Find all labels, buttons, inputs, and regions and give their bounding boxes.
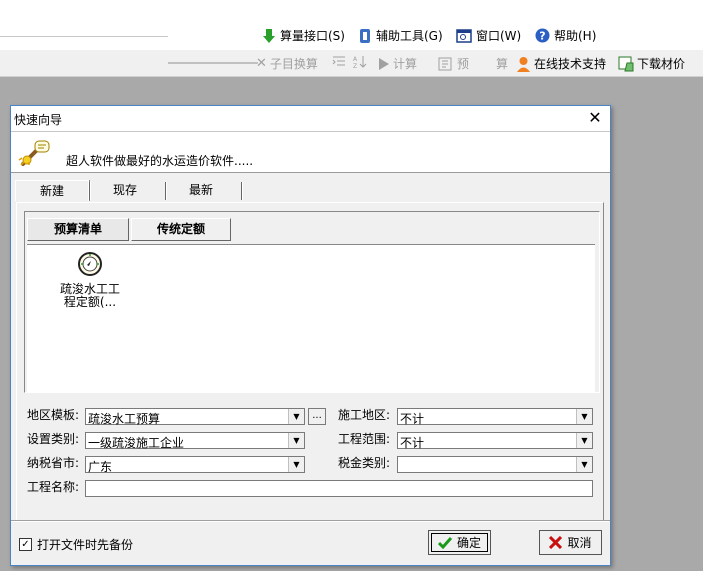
close-x-icon: ✕ xyxy=(256,56,267,71)
construction-area-value: 不计 xyxy=(400,412,425,426)
tax-type-label: 税金类别: xyxy=(338,456,391,470)
project-name-label: 工程名称: xyxy=(27,480,80,494)
chevron-down-icon[interactable]: ▼ xyxy=(576,433,592,448)
green-arrow-icon xyxy=(263,28,275,43)
menu-aux-tools[interactable]: 辅助工具(G) xyxy=(358,27,443,44)
tax-province-value: 广东 xyxy=(88,460,113,474)
list-item-label: 疏浚水工工程定额(... xyxy=(59,282,120,309)
help-icon: ? xyxy=(535,28,550,43)
tax-province-select[interactable]: 广东 ▼ xyxy=(85,456,305,474)
svg-text:A: A xyxy=(353,56,358,63)
chevron-down-icon[interactable]: ▼ xyxy=(576,409,592,424)
construction-area-select[interactable]: 不计 ▼ xyxy=(397,408,593,426)
pre-calc-button[interactable]: 预 xyxy=(438,55,469,72)
window-icon xyxy=(456,28,472,43)
tab-latest[interactable]: 最新 xyxy=(171,180,231,200)
backup-checkbox[interactable]: ✓ xyxy=(19,538,32,551)
close-icon[interactable]: ✕ xyxy=(586,109,604,127)
quick-wizard-dialog: 快速向导 ✕ 超人软件做最好的水运造价软件..... 新建 现存 最新 预算清单… xyxy=(10,105,611,566)
tools-icon xyxy=(360,28,370,43)
chevron-down-icon[interactable]: ▼ xyxy=(576,457,592,472)
cancel-label: 取消 xyxy=(567,536,592,550)
suan-label-item: 算 xyxy=(496,55,508,72)
dialog-divider xyxy=(11,520,610,521)
template-file-icon xyxy=(78,252,102,276)
project-scope-select[interactable]: 不计 ▼ xyxy=(397,432,593,450)
download-prices-label: 下载材价 xyxy=(637,57,686,71)
project-scope-value: 不计 xyxy=(400,436,425,450)
online-support-button[interactable]: 在线技术支持 xyxy=(516,55,606,72)
menu-window[interactable]: 窗口(W) xyxy=(456,27,521,44)
menu-bar: 算量接口(S) 辅助工具(G) 窗口(W) ? 帮助(H) xyxy=(0,0,703,50)
ok-button[interactable]: 确定 xyxy=(428,530,491,555)
download-prices-button[interactable]: 下载材价 xyxy=(618,55,685,72)
setting-type-label: 设置类别: xyxy=(27,432,80,446)
sub-calc-label: 子目换算 xyxy=(269,57,318,71)
menu-calc-interface[interactable]: 算量接口(S) xyxy=(262,27,345,44)
sort-az-icon[interactable]: AZ xyxy=(352,55,368,69)
sub-calc-button[interactable]: ✕ 子目换算 xyxy=(256,55,318,72)
tax-type-select[interactable]: ▼ xyxy=(397,456,593,473)
region-template-value: 疏浚水工预算 xyxy=(88,412,161,426)
svg-text:Z: Z xyxy=(353,63,357,69)
project-name-input[interactable] xyxy=(85,480,593,497)
tax-province-label: 纳税省市: xyxy=(27,456,80,470)
template-list: 疏浚水工工程定额(... xyxy=(27,244,595,393)
chevron-down-icon[interactable]: ▼ xyxy=(288,433,304,448)
template-panel: 预算清单 传统定额 疏浚水工工程定额(... xyxy=(24,211,600,393)
construction-area-label: 施工地区: xyxy=(338,408,391,422)
download-icon xyxy=(618,56,634,71)
backup-checkbox-row[interactable]: ✓ 打开文件时先备份 xyxy=(19,536,133,553)
subtab-budget-list[interactable]: 预算清单 xyxy=(27,218,129,241)
pre-label: 预 xyxy=(457,57,470,71)
menu-divider xyxy=(0,36,168,37)
region-template-label: 地区模板: xyxy=(27,408,80,422)
menu-help-label: 帮助(H) xyxy=(554,29,597,43)
suan-label: 算 xyxy=(496,57,509,71)
toolbar-slider-track xyxy=(168,62,258,64)
checkmark-icon xyxy=(437,536,452,549)
calc-button[interactable]: 计算 xyxy=(378,55,417,72)
setting-type-value: 一级疏浚施工企业 xyxy=(88,436,185,450)
tab-divider xyxy=(165,182,166,200)
menu-calc-interface-label: 算量接口(S) xyxy=(280,29,345,43)
toolbar: ✕ 子目换算 AZ 计算 预 算 在线技术支持 下载材价 xyxy=(0,50,703,77)
tab-new[interactable]: 新建 xyxy=(15,180,89,201)
project-scope-label: 工程范围: xyxy=(338,432,391,446)
dialog-titlebar: 快速向导 ✕ xyxy=(11,106,610,132)
banner-text: 超人软件做最好的水运造价软件..... xyxy=(66,154,254,168)
region-template-select[interactable]: 疏浚水工预算 ▼ xyxy=(85,408,305,426)
pre-calc-icon xyxy=(438,57,452,70)
tab-divider xyxy=(89,182,90,200)
menu-aux-tools-label: 辅助工具(G) xyxy=(376,29,443,43)
chevron-down-icon[interactable]: ▼ xyxy=(288,457,304,472)
calc-label: 计算 xyxy=(393,57,418,71)
ok-label: 确定 xyxy=(456,536,481,550)
menu-help[interactable]: ? 帮助(H) xyxy=(535,27,596,44)
cancel-button[interactable]: 取消 xyxy=(539,530,602,555)
wizard-icon xyxy=(18,140,50,166)
setting-type-select[interactable]: 一级疏浚施工企业 ▼ xyxy=(85,432,305,450)
dialog-title: 快速向导 xyxy=(14,113,63,127)
region-template-browse-button[interactable]: ... xyxy=(308,408,326,425)
chevron-down-icon[interactable]: ▼ xyxy=(288,409,304,424)
cancel-x-icon xyxy=(549,536,563,549)
tab-panel-new: 预算清单 传统定额 疏浚水工工程定额(... 地区模板: 疏浚水工预算 ▼ ..… xyxy=(16,202,604,522)
menu-window-label: 窗口(W) xyxy=(476,29,522,43)
tab-divider xyxy=(241,182,242,200)
person-icon xyxy=(517,56,530,72)
dialog-banner: 超人软件做最好的水运造价软件..... xyxy=(11,132,610,173)
svg-text:?: ? xyxy=(539,30,545,43)
online-support-label: 在线技术支持 xyxy=(534,57,607,71)
tab-existing[interactable]: 现存 xyxy=(95,180,155,200)
play-icon xyxy=(379,57,389,70)
backup-checkbox-label: 打开文件时先备份 xyxy=(37,538,134,552)
indent-icon[interactable] xyxy=(332,55,346,69)
subtab-traditional-quota[interactable]: 传统定额 xyxy=(131,218,231,241)
list-item[interactable]: 疏浚水工工程定额(... xyxy=(57,251,123,309)
